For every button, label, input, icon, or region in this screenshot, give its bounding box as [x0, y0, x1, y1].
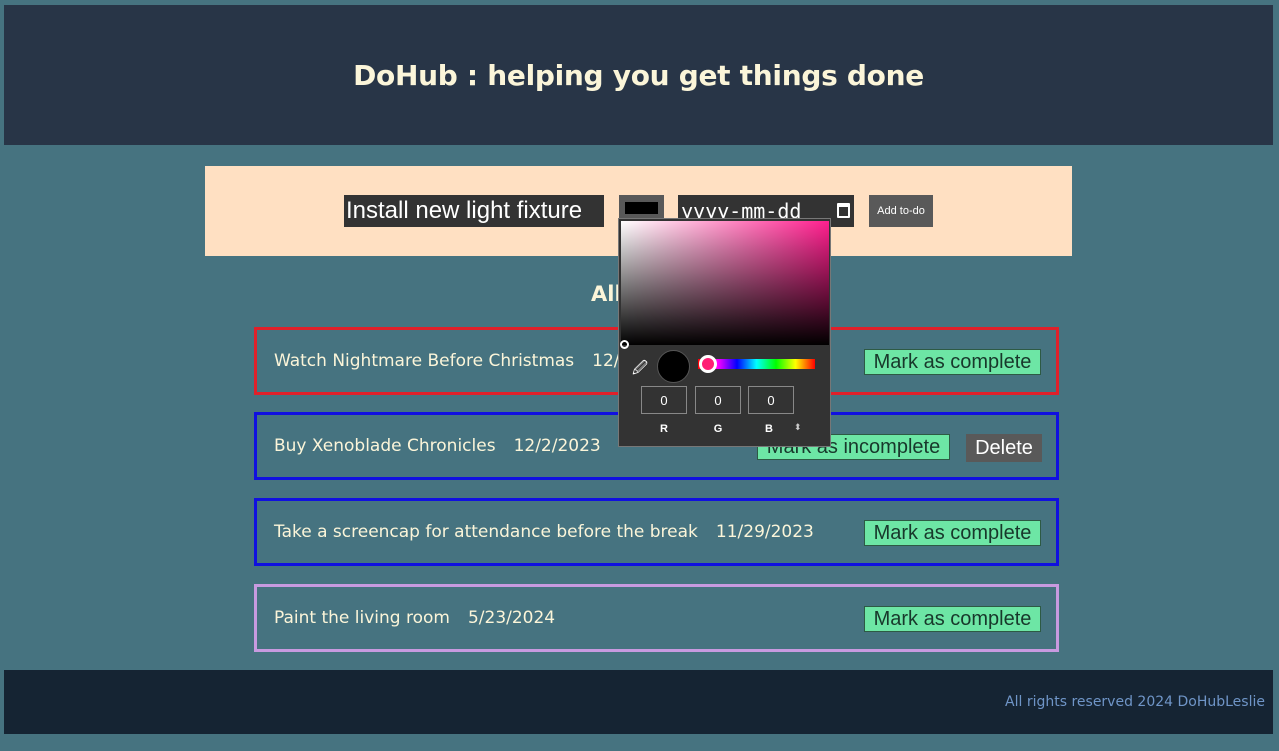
delete-button[interactable]: Delete	[966, 434, 1042, 462]
mark-complete-button[interactable]: Mark as complete	[864, 520, 1041, 546]
app-header: DoHub : helping you get things done	[4, 5, 1273, 145]
color-swatch	[625, 202, 658, 214]
color-preview	[657, 350, 690, 383]
todo-text: Take a screencap for attendance before t…	[274, 522, 698, 542]
todo-text: Paint the living room	[274, 608, 450, 628]
todo-date: 5/23/2024	[467, 608, 556, 628]
hue-slider-handle[interactable]	[699, 355, 717, 373]
add-todo-button[interactable]: Add to-do	[869, 195, 933, 227]
green-field[interactable]: 0	[695, 386, 741, 414]
todo-label: Buy Xenoblade Chronicles 12/2/2023	[274, 415, 601, 477]
todo-item: Take a screencap for attendance before t…	[254, 498, 1059, 566]
todo-text: Watch Nightmare Before Christmas	[274, 351, 575, 371]
todo-item: Paint the living room 5/23/2024 Mark as …	[254, 584, 1059, 652]
blue-field[interactable]: 0	[748, 386, 794, 414]
todo-date: 11/29/2023	[715, 522, 814, 542]
calendar-icon[interactable]	[837, 203, 850, 218]
mark-complete-button[interactable]: Mark as complete	[864, 606, 1041, 632]
color-picker-popup: 🖉 0 0 0 R G B ⬍	[618, 218, 831, 447]
mark-complete-button[interactable]: Mark as complete	[864, 349, 1041, 375]
saturation-value-area[interactable]	[620, 221, 829, 349]
todo-text-input[interactable]: Install new light fixture	[344, 195, 604, 227]
app-footer: All rights reserved 2024 DoHubLeslie	[4, 670, 1273, 734]
todo-label: Take a screencap for attendance before t…	[274, 501, 814, 563]
eyedropper-icon[interactable]: 🖉	[632, 358, 648, 383]
green-label: G	[713, 423, 723, 435]
footer-text: All rights reserved 2024 DoHubLeslie	[1005, 694, 1265, 710]
todo-label: Watch Nightmare Before Christmas 12/1/	[274, 330, 636, 392]
format-toggle-icon[interactable]: ⬍	[794, 422, 802, 433]
sv-handle[interactable]	[620, 340, 629, 349]
red-field[interactable]: 0	[641, 386, 687, 414]
todo-text: Buy Xenoblade Chronicles	[274, 436, 496, 456]
red-label: R	[660, 423, 668, 435]
blue-label: B	[765, 423, 773, 435]
page-title: DoHub : helping you get things done	[353, 58, 924, 92]
todo-label: Paint the living room 5/23/2024	[274, 587, 555, 649]
todo-date: 12/2/2023	[513, 436, 601, 456]
